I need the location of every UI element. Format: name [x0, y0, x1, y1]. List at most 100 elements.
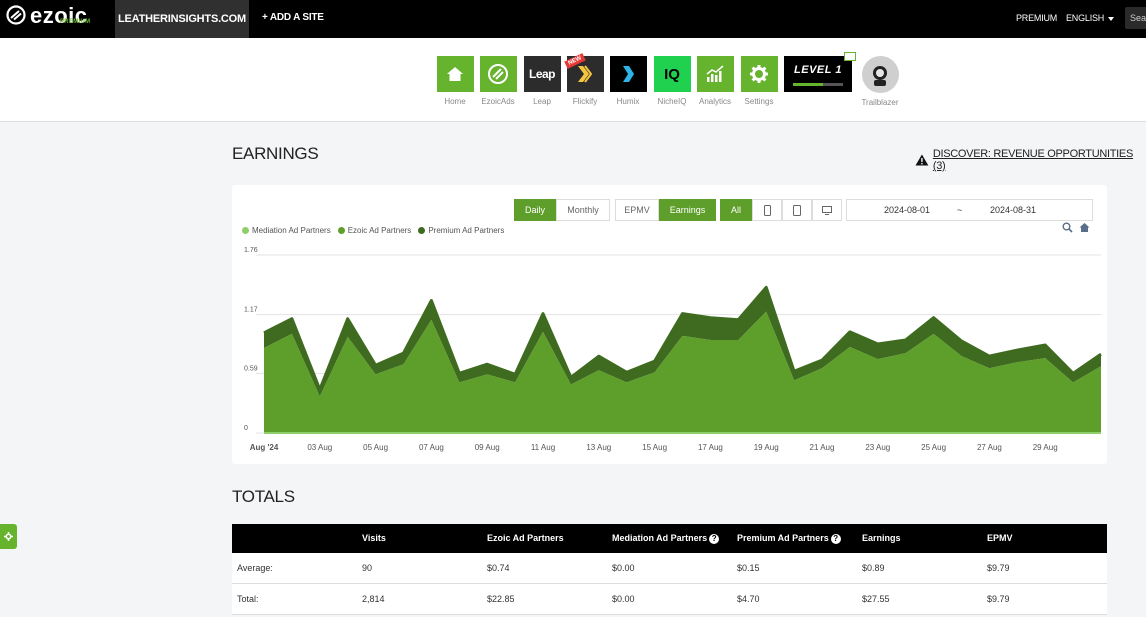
cell-epmv: $9.79	[987, 594, 1010, 604]
nav-label: Settings	[744, 97, 774, 106]
nav-leap[interactable]: Leap Leap	[522, 56, 562, 106]
nav-label: NicheIQ	[657, 97, 687, 106]
x-tick-label: 03 Aug	[307, 443, 332, 452]
ezoic-logo-icon	[6, 5, 26, 25]
x-tick-label: 13 Aug	[586, 443, 611, 452]
leap-tile-text: Leap	[528, 67, 556, 81]
earnings-title: EARNINGS	[232, 144, 319, 163]
level-label: LEVEL 1	[794, 64, 842, 76]
x-tick-label: 19 Aug	[754, 443, 779, 452]
logo-premium-label: PREMIUM	[60, 19, 91, 25]
x-tick-label: 25 Aug	[921, 443, 946, 452]
x-tick-label: 11 Aug	[531, 443, 555, 452]
mail-icon[interactable]	[844, 52, 856, 61]
x-tick-label: Aug '24	[250, 443, 279, 452]
row-label: Total:	[237, 594, 259, 604]
x-tick-label: 09 Aug	[475, 443, 500, 452]
flickify-icon: NEW	[563, 53, 604, 92]
nav-ezoicads[interactable]: EzoicAds	[478, 56, 518, 106]
level-progress-fill	[793, 83, 823, 86]
x-tick-label: 17 Aug	[698, 443, 723, 452]
nav-label: Leap	[533, 97, 551, 106]
nav-trailblazer[interactable]: Trailblazer	[860, 56, 900, 107]
table-row: Average: 90 $0.74 $0.00 $0.15 $0.89 $9.7…	[232, 553, 1107, 584]
header-premium-label: Premium Ad Partners	[737, 533, 829, 543]
trailblazer-avatar-icon	[861, 56, 899, 93]
level-progress-bar	[793, 83, 843, 86]
cell-mediation: $0.00	[612, 563, 635, 573]
level-badge[interactable]: LEVEL 1	[784, 56, 852, 92]
cell-visits: 90	[362, 563, 373, 573]
cell-premium: $4.70	[737, 594, 760, 604]
ezoicads-icon	[479, 56, 517, 92]
nav-label: Trailblazer	[861, 98, 899, 107]
nav-label: Humix	[616, 97, 640, 106]
cell-premium: $0.15	[737, 563, 760, 573]
discover-link[interactable]: DISCOVER: REVENUE OPPORTUNITIES (3)	[915, 148, 1146, 172]
header-premium: Premium Ad Partners?	[737, 533, 841, 544]
totals-title: TOTALS	[232, 487, 295, 506]
chevron-down-icon	[1108, 16, 1115, 21]
app-nav: Home EzoicAds Leap Leap NEW Flickify Hum…	[0, 38, 1146, 122]
x-tick-label: 15 Aug	[642, 443, 667, 452]
cell-earnings: $0.89	[862, 563, 885, 573]
x-tick-label: 27 Aug	[977, 443, 1002, 452]
nav-label: Analytics	[698, 97, 731, 106]
nav-humix[interactable]: Humix	[608, 56, 648, 106]
top-bar: ezoic PREMIUM LEATHERINSIGHTS.COM + ADD …	[0, 0, 1146, 38]
nav-label: Home	[444, 97, 466, 106]
x-tick-label: 21 Aug	[810, 443, 835, 452]
help-icon[interactable]: ?	[830, 533, 841, 544]
header-epmv: EPMV	[987, 533, 1013, 543]
header-mediation: Mediation Ad Partners?	[612, 533, 720, 544]
cell-mediation: $0.00	[612, 594, 635, 604]
nicheiq-icon: IQ	[653, 56, 691, 92]
nav-nicheiq[interactable]: IQ NicheIQ	[652, 56, 692, 106]
side-settings-button[interactable]	[0, 524, 17, 549]
gear-icon	[4, 532, 13, 541]
warning-icon	[915, 154, 929, 166]
home-icon	[436, 56, 474, 92]
y-tick-label: 1.76	[244, 247, 258, 254]
cell-earnings: $27.55	[862, 594, 890, 604]
nav-analytics[interactable]: Analytics	[695, 56, 735, 106]
cell-visits: 2,814	[362, 594, 385, 604]
humix-icon	[609, 56, 647, 92]
cell-epmv: $9.79	[987, 563, 1010, 573]
header-mediation-label: Mediation Ad Partners	[612, 533, 708, 543]
earnings-area-chart: 0 0.59 1.17 1.76 Aug '24 03 Aug 05 Aug 07 Aug 09…	[244, 247, 1102, 452]
premium-link[interactable]: PREMIUM	[1016, 13, 1057, 23]
nav-home[interactable]: Home	[435, 56, 475, 106]
help-icon[interactable]: ?	[709, 533, 720, 544]
header-visits: Visits	[362, 533, 386, 543]
nav-label: EzoicAds	[481, 97, 515, 106]
y-tick-label: 0.59	[244, 365, 258, 372]
discover-link-text: DISCOVER: REVENUE OPPORTUNITIES (3)	[932, 148, 1133, 172]
x-tick-label: 23 Aug	[865, 443, 890, 452]
totals-table: Visits Ezoic Ad Partners Mediation Ad Pa…	[232, 524, 1107, 615]
earnings-chart-card: Daily Monthly EPMV Earnings All 2024-08-…	[232, 185, 1107, 464]
nav-settings[interactable]: Settings	[739, 56, 779, 106]
x-tick-label: 07 Aug	[419, 443, 444, 452]
language-dropdown[interactable]: ENGLISH	[1066, 13, 1115, 23]
cell-ezoic: $22.85	[487, 594, 515, 604]
x-tick-label: 29 Aug	[1033, 443, 1058, 452]
site-selector[interactable]: LEATHERINSIGHTS.COM	[115, 0, 249, 38]
header-ezoic: Ezoic Ad Partners	[487, 533, 564, 543]
gear-icon	[740, 56, 778, 92]
cell-ezoic: $0.74	[487, 563, 510, 573]
totals-header-row: Visits Ezoic Ad Partners Mediation Ad Pa…	[232, 524, 1107, 553]
header-earnings: Earnings	[862, 533, 901, 543]
row-label: Average:	[237, 563, 273, 573]
nav-label: Flickify	[572, 97, 598, 106]
y-tick-label: 0	[244, 425, 248, 432]
search-input[interactable]: Sea	[1125, 7, 1146, 29]
nav-flickify[interactable]: NEW Flickify	[563, 53, 605, 106]
nicheiq-tile-text: IQ	[664, 65, 680, 83]
add-site-link[interactable]: + ADD A SITE	[262, 12, 324, 23]
x-tick-label: 05 Aug	[363, 443, 388, 452]
table-row: Total: 2,814 $22.85 $0.00 $4.70 $27.55 $…	[232, 584, 1107, 615]
language-label: ENGLISH	[1066, 13, 1105, 23]
analytics-icon	[696, 56, 734, 92]
y-tick-label: 1.17	[244, 307, 258, 314]
